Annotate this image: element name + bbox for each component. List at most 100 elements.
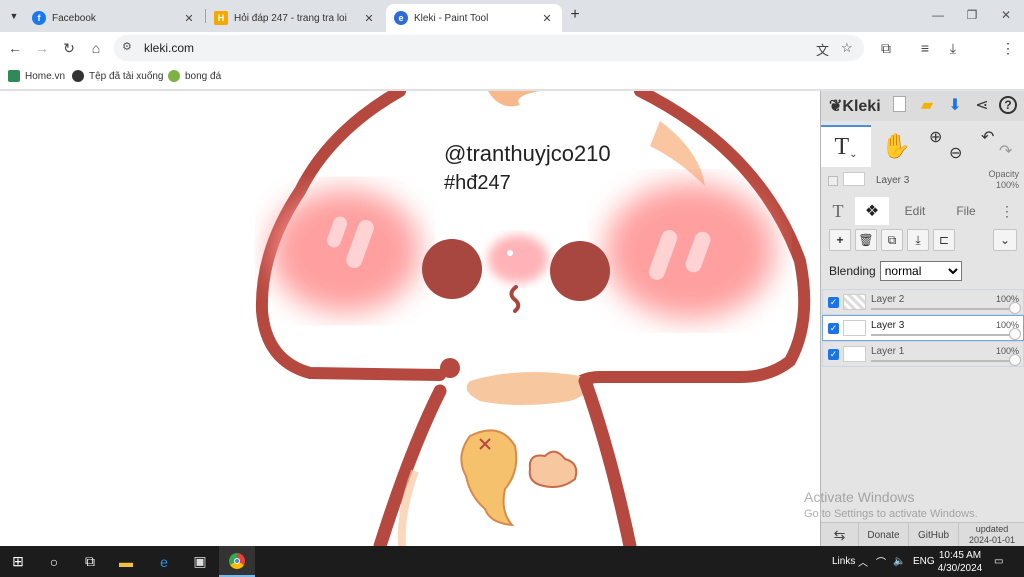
- task-view-icon[interactable]: ⧉: [72, 546, 108, 577]
- merge-down-icon[interactable]: ⤓: [907, 229, 929, 251]
- volume-icon[interactable]: 🔈: [893, 546, 905, 577]
- edge-icon[interactable]: e: [146, 546, 182, 577]
- folder-icon[interactable]: ▰: [917, 96, 937, 116]
- duplicate-layer-icon[interactable]: ⧉: [881, 229, 903, 251]
- signature-text: @tranthuyjco210: [444, 141, 611, 166]
- drawing-canvas[interactable]: @tranthuyjco210 #hđ247: [0, 91, 820, 546]
- layer-row-layer-3[interactable]: ✓ Layer 3 100%: [822, 315, 1024, 341]
- visibility-checkbox[interactable]: ✓: [828, 349, 839, 360]
- undo-icon[interactable]: ↶: [981, 127, 994, 147]
- network-icon[interactable]: ⌒: [876, 546, 886, 577]
- dot: [440, 358, 460, 378]
- visibility-checkbox[interactable]: ✓: [828, 297, 839, 308]
- download-icon[interactable]: ⤓: [944, 40, 962, 57]
- notifications-icon[interactable]: ▭: [994, 546, 1003, 577]
- tab-file[interactable]: File: [941, 197, 991, 225]
- more-icon[interactable]: ⋮: [997, 197, 1017, 225]
- opacity-slider-knob[interactable]: [1009, 302, 1021, 314]
- windows-start-icon[interactable]: ⊞: [0, 546, 36, 577]
- body-line-right: [578, 374, 637, 546]
- new-image-icon[interactable]: [889, 96, 909, 116]
- forward-icon[interactable]: →: [33, 39, 51, 57]
- visibility-checkbox[interactable]: ✓: [828, 323, 839, 334]
- tab-kleki[interactable]: e Kleki - Paint Tool ✕: [386, 4, 562, 32]
- tab-edit[interactable]: Edit: [889, 197, 941, 225]
- opacity-slider[interactable]: [871, 308, 1015, 310]
- close-icon[interactable]: ✕: [182, 12, 196, 25]
- chrome-icon[interactable]: [219, 546, 255, 577]
- undo-redo-icon[interactable]: ↶ ↷: [971, 125, 1021, 167]
- address-bar[interactable]: ⚙ kleki.com 文 ☆: [114, 35, 864, 61]
- preview-opacity: Opacity 100%: [988, 169, 1019, 190]
- tab-text-settings[interactable]: T: [821, 197, 855, 225]
- search-icon[interactable]: ○: [36, 546, 72, 577]
- belly-patch: [466, 372, 588, 405]
- close-window-icon[interactable]: ✕: [996, 8, 1016, 22]
- zoom-icon[interactable]: ⊕ ⊖: [921, 125, 971, 167]
- layer-thumbnail: [843, 320, 866, 336]
- zoom-out-icon[interactable]: ⊖: [949, 143, 962, 163]
- swap-side-icon[interactable]: ⇆: [821, 523, 859, 547]
- nose-shine: [507, 250, 513, 256]
- kleki-logo[interactable]: ❦Kleki: [829, 96, 881, 116]
- paw-icon: [528, 450, 578, 488]
- back-icon[interactable]: ←: [6, 39, 24, 57]
- help-icon[interactable]: ?: [999, 96, 1017, 114]
- add-layer-icon[interactable]: +: [829, 229, 851, 251]
- tab-layers-icon[interactable]: ❖: [855, 197, 889, 225]
- blending-select[interactable]: normal: [879, 261, 962, 281]
- hoidap-icon: H: [214, 11, 228, 25]
- donate-link[interactable]: Donate: [859, 523, 909, 547]
- bookmark-bong-da[interactable]: bong đá: [168, 70, 221, 82]
- new-tab-button[interactable]: +: [566, 6, 584, 24]
- save-icon[interactable]: ⬇: [945, 96, 965, 116]
- chevron-down-icon[interactable]: ⌄: [993, 229, 1017, 251]
- links-toolbar[interactable]: Links: [832, 546, 855, 577]
- kleki-icon: e: [394, 11, 408, 25]
- extensions-icon[interactable]: ⧉: [877, 40, 895, 57]
- file-explorer-icon[interactable]: ▬: [108, 546, 144, 577]
- close-icon[interactable]: ✕: [362, 12, 376, 25]
- tab-facebook[interactable]: f Facebook ✕: [24, 4, 204, 32]
- clock[interactable]: 10:45 AM 4/30/2024: [932, 549, 988, 575]
- opacity-slider-knob[interactable]: [1009, 328, 1021, 340]
- hand-tool-icon[interactable]: ✋: [871, 125, 921, 167]
- kleki-sidebar: ❦Kleki ▰ ⬇ ⋖ ? T ⌄ ✋ ⊕ ⊖ ↶ ↷ Layer 3 Opac…: [820, 91, 1024, 547]
- minimize-icon[interactable]: —: [928, 8, 948, 22]
- redo-icon[interactable]: ↷: [999, 141, 1012, 161]
- chevron-up-icon[interactable]: ︿: [858, 546, 868, 577]
- text-tool-icon[interactable]: T ⌄: [821, 125, 871, 167]
- store-icon[interactable]: ▣: [182, 546, 218, 577]
- layer-row-layer-2[interactable]: ✓ Layer 2 100%: [822, 289, 1024, 315]
- restore-icon[interactable]: ❐: [962, 8, 982, 22]
- rename-layer-icon[interactable]: ⊏: [933, 229, 955, 251]
- tab-hoidap247[interactable]: H Hỏi đáp 247 - trang tra loi ✕: [206, 4, 384, 32]
- reload-icon[interactable]: ↻: [60, 39, 78, 57]
- bookmark-downloads[interactable]: Tệp đã tải xuống: [72, 70, 164, 82]
- bookmark-star-icon[interactable]: ☆: [841, 40, 853, 56]
- zoom-in-icon[interactable]: ⊕: [929, 127, 942, 147]
- bookmark-home-vn[interactable]: Home.vn: [8, 70, 65, 82]
- site-info-icon[interactable]: ⚙: [122, 40, 132, 53]
- close-icon[interactable]: ✕: [540, 12, 554, 25]
- translate-icon[interactable]: 文: [816, 40, 829, 59]
- url-text[interactable]: kleki.com: [144, 41, 194, 55]
- delete-layer-icon[interactable]: 🗑: [855, 229, 877, 251]
- github-link[interactable]: GitHub: [909, 523, 959, 547]
- home-icon[interactable]: ⌂: [87, 39, 105, 57]
- opacity-slider[interactable]: [871, 334, 1015, 336]
- preview-checkbox[interactable]: [828, 176, 838, 186]
- media-control-icon[interactable]: ≡: [916, 40, 934, 56]
- layer-thumbnail: [843, 346, 866, 362]
- body-line-left: [373, 384, 447, 546]
- layer-row-layer-1[interactable]: ✓ Layer 1 100%: [822, 341, 1024, 367]
- updated-info[interactable]: updated 2024-01-01: [959, 523, 1024, 547]
- opacity-slider-knob[interactable]: [1009, 354, 1021, 366]
- opacity-slider[interactable]: [871, 360, 1015, 362]
- blending-row: Blending normal: [829, 261, 962, 281]
- menu-icon[interactable]: ⋮: [999, 40, 1017, 57]
- share-icon[interactable]: ⋖: [972, 96, 992, 116]
- blending-label: Blending: [829, 264, 876, 278]
- tab-search-button[interactable]: ▼: [4, 6, 24, 26]
- eye-right: [550, 241, 610, 301]
